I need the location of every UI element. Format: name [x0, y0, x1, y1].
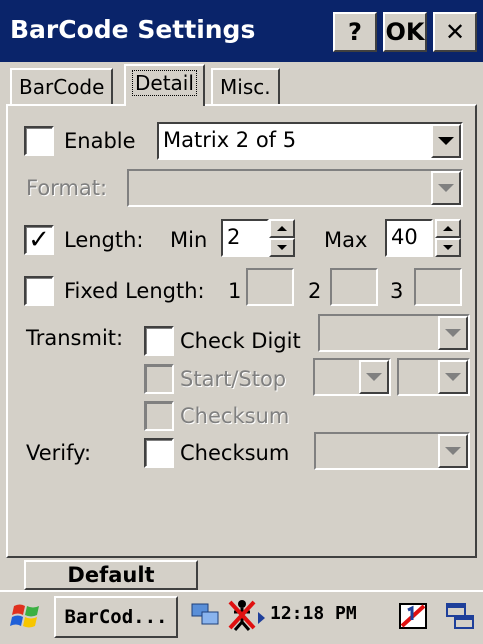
format-label: Format: — [26, 176, 108, 200]
fixed-length-3-label: 3 — [390, 279, 404, 303]
length-checkbox[interactable]: ✓ — [24, 225, 54, 255]
tab-barcode-label: BarCode — [19, 75, 105, 99]
transmit-label: Transmit: — [26, 326, 124, 350]
enable-label: Enable — [64, 129, 136, 153]
tab-detail[interactable]: Detail — [124, 64, 205, 106]
chevron-down-icon[interactable] — [359, 360, 389, 394]
min-length-spinner[interactable] — [269, 219, 295, 257]
fixed-length-2-input[interactable] — [330, 268, 378, 306]
verify-label: Verify: — [26, 441, 92, 465]
chevron-down-icon[interactable] — [431, 171, 461, 205]
fixed-length-3-input[interactable] — [414, 268, 462, 306]
ok-button[interactable]: OK — [383, 12, 427, 52]
enable-checkbox[interactable] — [24, 126, 54, 156]
start-stop-checkbox[interactable] — [144, 364, 174, 394]
arrow-right-icon — [258, 612, 265, 624]
check-digit-dropdown[interactable] — [318, 314, 470, 352]
fixed-length-checkbox[interactable] — [24, 276, 54, 306]
check-digit-label: Check Digit — [180, 329, 301, 353]
clock[interactable]: 12:18 PM — [270, 603, 357, 624]
min-label: Min — [170, 228, 208, 252]
help-button[interactable]: ? — [333, 12, 377, 52]
tab-barcode[interactable]: BarCode — [10, 68, 114, 104]
taskbar-app-button[interactable]: BarCod... — [54, 596, 178, 638]
start-dropdown[interactable] — [313, 358, 391, 396]
default-button[interactable]: Default — [24, 560, 198, 590]
symbology-value: Matrix 2 of 5 — [163, 128, 297, 152]
fixed-length-label: Fixed Length: — [64, 279, 205, 303]
symbology-dropdown[interactable]: Matrix 2 of 5 — [157, 122, 463, 160]
max-length-input[interactable]: 40 — [385, 219, 433, 257]
checkmark-icon: ✓ — [28, 225, 50, 255]
max-length-spinner[interactable] — [435, 219, 461, 257]
verify-checksum-checkbox[interactable] — [144, 438, 174, 468]
chevron-down-icon[interactable] — [438, 360, 468, 394]
disconnected-icon[interactable] — [226, 598, 258, 632]
format-dropdown[interactable] — [127, 169, 463, 207]
spin-up-icon[interactable] — [269, 219, 295, 238]
verify-checksum-dropdown[interactable] — [314, 432, 470, 470]
chevron-down-icon[interactable] — [431, 124, 461, 158]
fixed-length-1-label: 1 — [228, 279, 242, 303]
windows-icon[interactable] — [444, 600, 476, 632]
length-label: Length: — [64, 228, 144, 252]
spin-down-icon[interactable] — [269, 238, 295, 257]
tab-detail-label: Detail — [132, 70, 197, 96]
fixed-length-2-label: 2 — [308, 279, 322, 303]
verify-checksum-label: Checksum — [180, 441, 290, 465]
max-label: Max — [324, 228, 368, 252]
fixed-length-1-input[interactable] — [246, 268, 294, 306]
start-icon[interactable] — [8, 598, 44, 634]
min-length-input[interactable]: 2 — [221, 219, 269, 257]
stop-dropdown[interactable] — [397, 358, 470, 396]
spin-down-icon[interactable] — [435, 238, 461, 257]
chevron-down-icon[interactable] — [438, 434, 468, 468]
input-panel-icon[interactable] — [398, 600, 430, 632]
check-digit-checkbox[interactable] — [144, 326, 174, 356]
network-icon[interactable] — [188, 598, 224, 632]
close-button[interactable]: ✕ — [433, 12, 477, 52]
transmit-checksum-checkbox[interactable] — [144, 401, 174, 431]
tab-misc-label: Misc. — [220, 75, 271, 99]
chevron-down-icon[interactable] — [438, 316, 468, 350]
window-title: BarCode Settings — [10, 15, 256, 44]
spin-up-icon[interactable] — [435, 219, 461, 238]
start-stop-label: Start/Stop — [180, 367, 287, 391]
transmit-checksum-label: Checksum — [180, 404, 290, 428]
tab-misc[interactable]: Misc. — [211, 68, 280, 104]
